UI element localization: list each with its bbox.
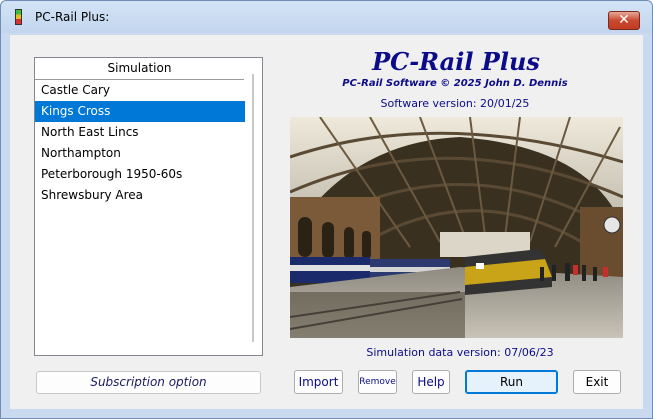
traffic-light-icon [15,9,22,25]
list-header[interactable]: Simulation [35,58,244,80]
list-item[interactable]: Peterborough 1950-60s [35,164,245,185]
dialog-body: Simulation Castle Cary Kings Cross North… [10,35,643,409]
software-version: Software version: 20/01/25 [380,97,530,110]
remove-button[interactable]: Remove [358,370,397,394]
list-item[interactable]: North East Lincs [35,122,245,143]
subscription-option-button[interactable]: Subscription option [36,371,261,394]
list-item[interactable]: Castle Cary [35,80,245,101]
window-title: PC-Rail Plus: [35,10,110,24]
import-button[interactable]: Import [294,370,343,394]
station-photo-image [290,117,623,338]
app-title: PC-Rail Plus [372,47,540,76]
run-button[interactable]: Run [465,370,558,394]
list-items: Castle Cary Kings Cross North East Lincs… [35,80,245,206]
simulation-list[interactable]: Simulation Castle Cary Kings Cross North… [34,57,263,356]
copyright-text: PC-Rail Software © 2025 John D. Dennis [342,78,568,89]
simulation-data-version: Simulation data version: 07/06/23 [366,346,554,359]
list-item[interactable]: Northampton [35,143,245,164]
title-bar[interactable]: PC-Rail Plus: ✕ [1,1,652,33]
help-button[interactable]: Help [412,370,450,394]
close-button[interactable]: ✕ [608,11,640,30]
list-item[interactable]: Shrewsbury Area [35,185,245,206]
scrollbar-track[interactable] [252,74,254,342]
list-item-selected[interactable]: Kings Cross [35,101,245,122]
exit-button[interactable]: Exit [573,370,621,394]
list-scrollbar[interactable] [249,74,257,342]
app-window: PC-Rail Plus: ✕ Simulation Castle Cary K… [0,0,653,419]
station-photo [290,117,623,338]
